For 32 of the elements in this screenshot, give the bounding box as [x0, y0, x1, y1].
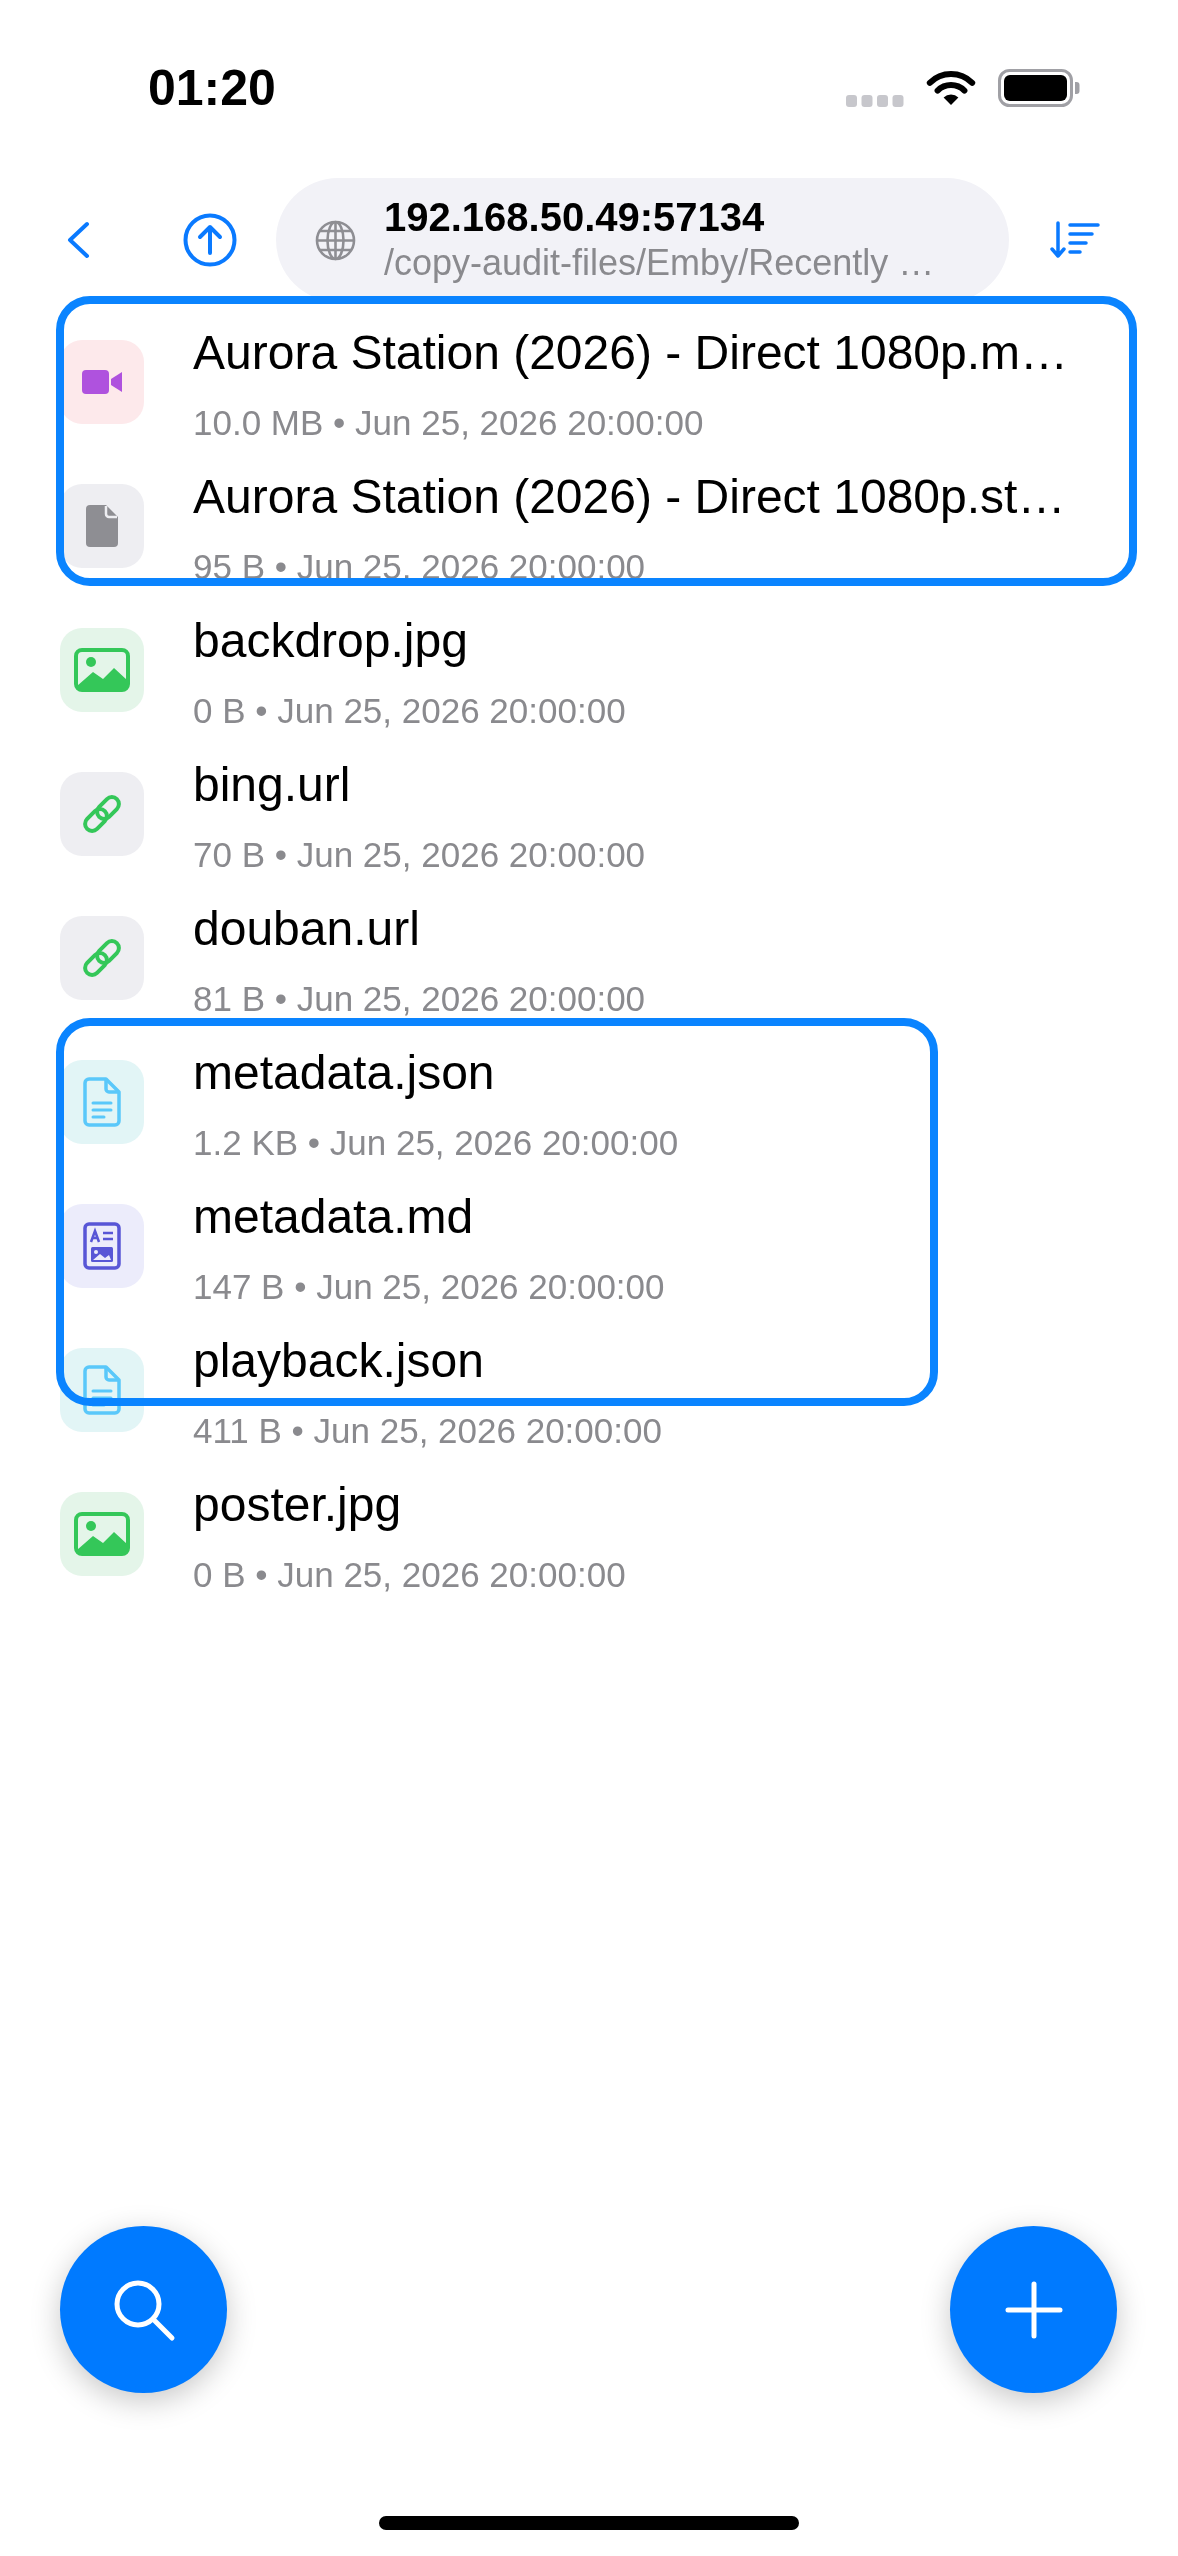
- image-icon: [60, 1492, 144, 1576]
- file-name[interactable]: Aurora Station (2026) - Direct 1080p.st…: [193, 469, 1066, 525]
- file-details: 1.2 KB • Jun 25, 2026 20:00:00: [193, 1122, 679, 1164]
- file-name[interactable]: bing.url: [193, 757, 646, 813]
- image-icon: [60, 628, 144, 712]
- file-name[interactable]: poster.jpg: [193, 1477, 626, 1533]
- arrow-up-circle-icon: [183, 213, 237, 267]
- link-icon: [60, 772, 144, 856]
- link-icon: [60, 916, 144, 1000]
- file-name[interactable]: Aurora Station (2026) - Direct 1080p.m…: [193, 325, 1069, 381]
- file-details: 10.0 MB • Jun 25, 2026 20:00:00: [193, 402, 705, 444]
- file-name[interactable]: metadata.md: [193, 1189, 665, 1245]
- plus-icon: [1004, 2280, 1063, 2339]
- file-name[interactable]: backdrop.jpg: [193, 613, 626, 669]
- file-details: 70 B • Jun 25, 2026 20:00:00: [193, 834, 646, 876]
- file-name[interactable]: metadata.json: [193, 1045, 679, 1101]
- file-details: 81 B • Jun 25, 2026 20:00:00: [193, 978, 646, 1020]
- signal-icon: [846, 95, 904, 107]
- file-details: 0 B • Jun 25, 2026 20:00:00: [193, 690, 626, 732]
- folder-path: /copy-audit-files/Emby/Recently …: [384, 241, 935, 285]
- battery-icon: [998, 69, 1080, 107]
- sort-icon: [1050, 221, 1100, 259]
- file-name[interactable]: douban.url: [193, 901, 646, 957]
- globe-icon: [315, 219, 356, 261]
- file-details: 411 B • Jun 25, 2026 20:00:00: [193, 1410, 662, 1452]
- server-address: 192.168.50.49:57134: [384, 194, 766, 240]
- file-details: 147 B • Jun 25, 2026 20:00:00: [193, 1266, 665, 1308]
- wifi-icon: [926, 70, 976, 106]
- file-details: 0 B • Jun 25, 2026 20:00:00: [193, 1554, 626, 1596]
- chevron-left-icon: [66, 221, 90, 259]
- file-name[interactable]: playback.json: [193, 1333, 662, 1389]
- status-time: 01:20: [148, 59, 276, 117]
